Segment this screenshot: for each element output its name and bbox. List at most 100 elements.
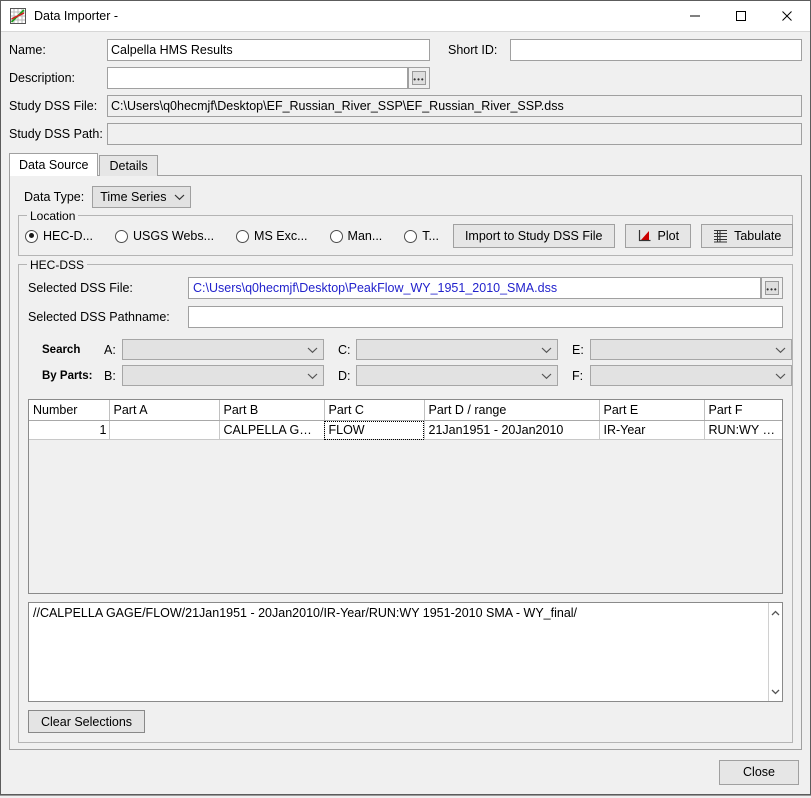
tabulate-button-label: Tabulate [734,229,782,243]
column-header-number[interactable]: Number [29,400,110,421]
part-c-select[interactable] [356,339,558,360]
maximize-icon[interactable] [718,1,764,32]
close-button[interactable]: Close [719,759,799,785]
dialog-footer: Close [1,750,810,794]
window-controls [672,1,810,32]
part-e-select[interactable] [590,339,792,360]
study-dss-file-row: Study DSS File: C:\Users\q0hecmjf\Deskto… [9,95,802,117]
part-d-select[interactable] [356,365,558,386]
scroll-down-icon[interactable] [771,684,780,698]
selected-pathname-listbox[interactable]: //CALPELLA GAGE/FLOW/21Jan1951 - 20Jan20… [28,602,783,702]
column-header-part-d[interactable]: Part D / range [424,400,600,421]
description-row: Description: ••• [9,67,802,89]
cell-part-b[interactable]: CALPELLA GAGE [219,420,325,440]
import-to-study-dss-file-button[interactable]: Import to Study DSS File [452,224,615,248]
part-a-key: A: [104,342,116,357]
radio-icon [404,229,418,243]
dss-file-browse-button[interactable]: ••• [761,277,783,299]
minimize-icon[interactable] [672,1,718,32]
table-row[interactable]: 1 CALPELLA GAGE FLOW 21Jan1951 - 20Jan20… [29,420,782,440]
location-group: Location HEC-D... USGS Webs... MS Exc...… [18,209,794,256]
name-input[interactable]: Calpella HMS Results [107,39,430,61]
hec-dss-group: HEC-DSS Selected DSS File: C:\Users\q0he… [18,258,793,743]
location-group-title: Location [27,209,79,223]
part-c-key: C: [338,342,351,357]
radio-ms-excel[interactable]: MS Exc... [236,229,308,243]
clear-selections-row: Clear Selections [28,710,783,733]
part-a-select[interactable] [122,339,324,360]
clear-selections-button[interactable]: Clear Selections [28,710,146,733]
description-browse-button[interactable]: ••• [408,67,430,89]
tabulate-button[interactable]: Tabulate [701,224,794,248]
part-b-select[interactable] [122,365,324,386]
by-parts-label: By Parts: [42,369,93,382]
selected-dss-file-value[interactable]: C:\Users\q0hecmjf\Desktop\PeakFlow_WY_19… [188,277,761,299]
cell-part-d[interactable]: 21Jan1951 - 20Jan2010 [424,420,600,440]
column-header-part-b[interactable]: Part B [219,400,325,421]
data-source-panel: Data Type: Time Series Location HEC-D...… [9,175,802,750]
chevron-down-icon [307,343,318,357]
cell-part-e[interactable]: IR-Year [599,420,705,440]
radio-manual-label: Man... [347,229,383,243]
plot-icon [637,229,652,243]
table-header-row: Number Part A Part B Part C Part D / ran… [29,400,782,421]
data-type-row: Data Type: Time Series [24,186,793,208]
tab-details[interactable]: Details [99,155,158,176]
selected-dss-pathname-row: Selected DSS Pathname: [28,306,783,328]
study-dss-path-label: Study DSS Path: [9,127,103,141]
column-header-part-c[interactable]: Part C [324,400,425,421]
search-label: Search [42,343,81,356]
tab-data-source[interactable]: Data Source [9,153,99,176]
cell-number[interactable]: 1 [29,420,110,440]
column-header-part-e[interactable]: Part E [599,400,705,421]
study-dss-path-value [107,123,802,145]
radio-usgs-website[interactable]: USGS Webs... [115,229,214,243]
radio-text[interactable]: T... [404,229,439,243]
radio-icon [236,229,250,243]
dss-pathname-table[interactable]: Number Part A Part B Part C Part D / ran… [28,399,783,594]
selected-pathname-text: //CALPELLA GAGE/FLOW/21Jan1951 - 20Jan20… [33,606,578,620]
name-label: Name: [9,43,46,57]
column-header-part-a[interactable]: Part A [109,400,220,421]
cell-part-a[interactable] [109,420,220,440]
location-row: HEC-D... USGS Webs... MS Exc... Man... T… [25,224,794,248]
description-input[interactable] [107,67,408,89]
chart-grid-icon [10,8,26,24]
part-e-key: E: [572,342,584,357]
top-form: Name: Calpella HMS Results Short ID: Des… [1,32,810,151]
ellipsis-icon: ••• [412,71,426,85]
part-d-key: D: [338,368,351,383]
data-type-label: Data Type: [24,190,85,204]
radio-icon [329,229,343,243]
short-id-input[interactable] [510,39,802,61]
cell-part-c[interactable]: FLOW [324,420,425,440]
selected-dss-pathname-label: Selected DSS Pathname: [28,310,170,324]
tab-strip: Data Source Details [9,153,810,176]
column-header-part-f[interactable]: Part F [704,400,782,421]
cell-part-f[interactable]: RUN:WY 1951... [704,420,782,440]
selected-dss-file-row: Selected DSS File: C:\Users\q0hecmjf\Des… [28,277,783,299]
radio-icon [25,229,38,243]
radio-text-label: T... [422,229,439,243]
pathname-scrollbar[interactable] [768,603,782,701]
title-bar: Data Importer - [1,1,810,32]
close-button-label: Close [743,765,775,779]
part-f-select[interactable] [590,365,792,386]
clear-selections-label: Clear Selections [41,714,133,729]
radio-manual[interactable]: Man... [329,229,383,243]
chevron-down-icon [775,343,786,357]
plot-button[interactable]: Plot [624,224,692,248]
ellipsis-icon: ••• [765,281,779,295]
scroll-up-icon[interactable] [771,606,780,620]
table-icon [713,229,728,243]
data-type-select[interactable]: Time Series [92,186,192,208]
hec-dss-group-title: HEC-DSS [27,258,88,272]
part-f-key: F: [572,368,584,383]
radio-hec-dss[interactable]: HEC-D... [25,229,93,243]
chevron-down-icon [541,369,552,383]
chevron-down-icon [174,193,185,201]
radio-ms-excel-label: MS Exc... [254,229,308,243]
close-icon[interactable] [764,1,810,32]
plot-button-label: Plot [657,229,680,243]
selected-dss-pathname-input[interactable] [188,306,783,328]
